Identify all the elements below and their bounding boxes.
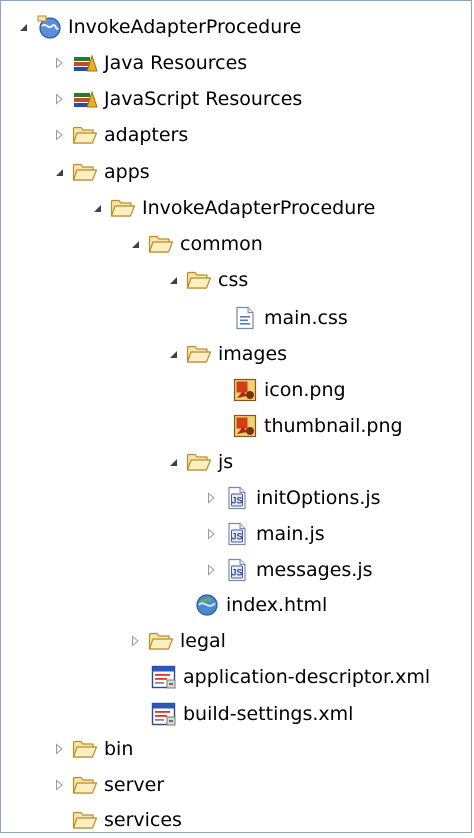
xml-file-icon [151,664,177,690]
folder-icon [72,122,98,148]
tree-item-label: build-settings.xml [183,703,354,725]
tree-item-label: adapters [104,124,189,146]
html-file-icon [194,592,220,618]
tree-item-label: Java Resources [104,52,248,74]
css-file-icon [232,305,258,331]
js-file-icon [224,557,250,583]
folder-icon [148,628,174,654]
folder-icon [186,341,212,367]
tree-item-css[interactable]: css [164,262,248,298]
tree-item-label: index.html [226,594,328,616]
tree-item-apps[interactable]: apps [50,154,150,190]
library-icon [72,50,98,76]
expanded-arrow-icon[interactable] [88,190,106,226]
tree-item-label: thumbnail.png [264,415,403,437]
folder-icon [110,195,136,221]
tree-item-messages-js[interactable]: messages.js [202,552,373,588]
folder-icon [186,267,212,293]
folder-icon [72,772,98,798]
tree-item-label: main.js [256,523,325,545]
tree-item-label: legal [180,630,226,652]
tree-item-label: InvokeAdapterProcedure [142,197,376,219]
tree-item-label: main.css [264,307,348,329]
expanded-arrow-icon[interactable] [50,154,68,190]
expanded-arrow-icon[interactable] [164,336,182,372]
tree-item-label: messages.js [256,559,373,581]
folder-icon [148,231,174,257]
folder-icon [72,159,98,185]
tree-item-label: JavaScript Resources [104,88,303,110]
tree-item-main-js[interactable]: main.js [202,516,325,552]
tree-item-app-folder[interactable]: InvokeAdapterProcedure [88,190,375,226]
expanded-arrow-icon[interactable] [14,9,32,45]
tree-item-java-resources[interactable]: Java Resources [50,45,247,81]
js-file-icon [224,521,250,547]
folder-icon [72,736,98,762]
tree-item-label: server [104,774,165,796]
tree-item-adapters[interactable]: adapters [50,117,188,153]
folder-icon [186,449,212,475]
tree-item-label: css [218,269,249,291]
tree-item-label: icon.png [264,379,346,401]
tree-item-init-options-js[interactable]: initOptions.js [202,480,381,516]
collapsed-arrow-icon[interactable] [202,516,220,552]
image-file-icon [232,413,258,439]
tree-item-label: services [104,809,182,831]
tree-item-server[interactable]: server [50,767,164,803]
project-globe-icon [36,14,62,40]
tree-item-images[interactable]: images [164,336,287,372]
collapsed-arrow-icon[interactable] [50,767,68,803]
xml-file-icon [151,701,177,727]
folder-icon [72,807,98,833]
tree-item-label: js [218,451,234,473]
tree-item-project-root[interactable]: InvokeAdapterProcedure [14,9,301,45]
library-icon [72,86,98,112]
tree-item-thumbnail-png[interactable]: thumbnail.png [232,408,403,444]
collapsed-arrow-icon[interactable] [202,480,220,516]
tree-item-build-settings-xml[interactable]: build-settings.xml [151,696,353,732]
tree-item-javascript-resources[interactable]: JavaScript Resources [50,81,302,117]
tree-item-bin[interactable]: bin [50,731,133,767]
image-file-icon [232,377,258,403]
collapsed-arrow-icon[interactable] [126,623,144,659]
tree-item-common[interactable]: common [126,226,263,262]
tree-item-label: common [180,233,263,255]
tree-item-label: apps [104,161,150,183]
tree-item-label: initOptions.js [256,487,381,509]
expanded-arrow-icon[interactable] [164,444,182,480]
expanded-arrow-icon[interactable] [164,262,182,298]
tree-item-label: bin [104,738,134,760]
tree-item-label: InvokeAdapterProcedure [68,16,302,38]
tree-item-legal[interactable]: legal [126,623,226,659]
tree-item-index-html[interactable]: index.html [194,587,327,623]
collapsed-arrow-icon[interactable] [50,81,68,117]
expanded-arrow-icon[interactable] [126,226,144,262]
tree-item-main-css[interactable]: main.css [232,300,348,336]
tree-item-js[interactable]: js [164,444,233,480]
collapsed-arrow-icon[interactable] [202,552,220,588]
collapsed-arrow-icon[interactable] [50,45,68,81]
tree-item-label: images [218,343,288,365]
tree-item-label: application-descriptor.xml [183,666,431,688]
tree-item-application-descriptor-xml[interactable]: application-descriptor.xml [151,659,430,695]
tree-item-services[interactable]: services [72,802,182,838]
collapsed-arrow-icon[interactable] [50,731,68,767]
js-file-icon [224,485,250,511]
collapsed-arrow-icon[interactable] [50,117,68,153]
tree-item-icon-png[interactable]: icon.png [232,372,346,408]
